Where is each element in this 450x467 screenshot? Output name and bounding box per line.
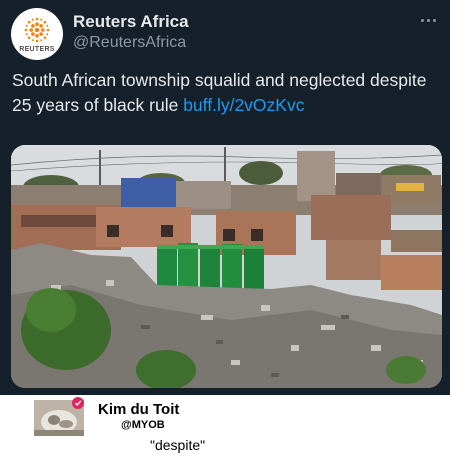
tweet-link[interactable]: buff.ly/2vOzKvc	[183, 95, 304, 115]
check-badge-icon	[72, 397, 84, 409]
more-options-button[interactable]	[416, 12, 440, 28]
quote-reply: Kim du Toit @MYOB "despite"	[0, 395, 450, 467]
more-horizontal-icon	[420, 18, 424, 22]
more-horizontal-icon	[426, 18, 430, 22]
more-horizontal-icon	[432, 18, 436, 22]
reuters-logo-text: REUTERS	[19, 45, 55, 53]
embedded-tweet: REUTERS Reuters Africa @ReutersAfrica So…	[0, 0, 450, 395]
author-handle[interactable]: @ReutersAfrica	[73, 34, 186, 52]
township-photo-illustration	[11, 145, 442, 388]
reply-text: "despite"	[150, 437, 206, 453]
reply-handle[interactable]: @MYOB	[121, 419, 165, 431]
township-photo[interactable]	[11, 145, 442, 388]
author-display-name[interactable]: Reuters Africa	[73, 12, 189, 32]
reuters-logo-icon	[24, 17, 50, 42]
reply-display-name[interactable]: Kim du Toit	[98, 401, 179, 418]
reuters-avatar[interactable]: REUTERS	[11, 8, 63, 60]
tweet-text: South African township squalid and negle…	[12, 68, 442, 118]
